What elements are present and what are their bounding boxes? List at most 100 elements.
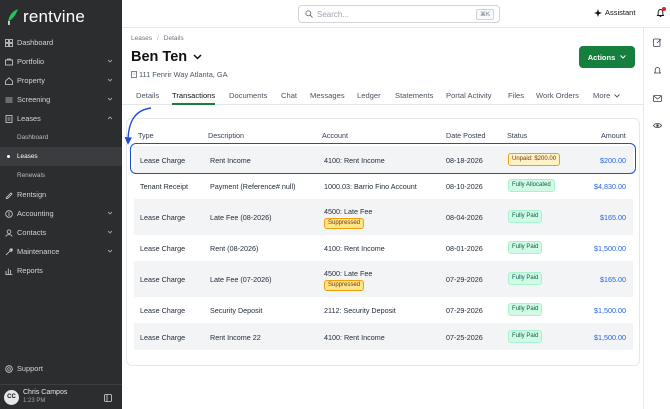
sidebar-nav: Dashboard Portfolio Property Screening L…: [0, 33, 122, 280]
address-text: 111 Fenrir Way Atlanta, GA: [139, 70, 228, 79]
rentvine-leaf-icon: [8, 9, 18, 25]
cell-amount[interactable]: $200.00: [600, 156, 626, 165]
sidebar-item-contacts[interactable]: Contacts: [0, 223, 122, 242]
bell-icon[interactable]: [653, 66, 662, 75]
table-row[interactable]: Lease Charge Rent Income 22 4100: Rent I…: [134, 323, 633, 350]
rentvine-logo[interactable]: rentvine: [6, 7, 85, 27]
tab-transactions[interactable]: Transactions: [172, 91, 216, 105]
breadcrumb-details: Details: [163, 35, 184, 42]
global-search[interactable]: ⌘K: [298, 5, 500, 23]
status-badge: Fully Paid: [508, 210, 543, 223]
cell-amount[interactable]: $4,830.00: [594, 182, 626, 191]
user-time: 1:23 PM: [23, 398, 46, 404]
cell-amount[interactable]: $1,500.00: [594, 306, 626, 315]
tab-portal-activity[interactable]: Portal Activity: [446, 91, 492, 105]
table-row[interactable]: Lease Charge Rent (08-2026) 4100: Rent I…: [134, 235, 633, 261]
leases-icon: [5, 114, 13, 123]
sidebar-item-support[interactable]: Support: [5, 364, 43, 373]
tab-statements[interactable]: Statements: [395, 91, 433, 105]
column-header-type[interactable]: Type: [138, 131, 154, 140]
actions-button[interactable]: Actions: [579, 46, 635, 68]
tab-chat[interactable]: Chat: [281, 91, 297, 105]
breadcrumb-separator: /: [156, 35, 159, 42]
sidebar-subitem-leases[interactable]: Leases: [0, 147, 122, 166]
column-header-amount[interactable]: Amount: [601, 131, 626, 140]
sidebar-subitem-label: Renewals: [17, 172, 46, 179]
sidebar-item-maintenance[interactable]: Maintenance: [0, 242, 122, 261]
cell-date: 07-29-2026: [446, 306, 483, 315]
cell-amount[interactable]: $165.00: [600, 213, 626, 222]
sidebar-item-label: Leases: [17, 114, 41, 123]
sidebar-item-reports[interactable]: Reports: [0, 261, 122, 280]
assistant-button[interactable]: Assistant: [594, 8, 635, 17]
collapse-sidebar-icon[interactable]: [104, 394, 112, 402]
breadcrumb-leases[interactable]: Leases: [131, 35, 152, 42]
cell-amount[interactable]: $1,500.00: [594, 333, 626, 342]
cell-description: Late Fee (07-2026): [210, 275, 272, 284]
column-header-status[interactable]: Status: [507, 131, 527, 140]
tab-details[interactable]: Details: [136, 91, 159, 105]
cell-description: Rent Income: [210, 156, 251, 165]
sidebar-subitem-label: Dashboard: [17, 134, 49, 141]
cell-type: Lease Charge: [140, 275, 186, 284]
eye-icon[interactable]: [653, 121, 662, 130]
edit-note-icon[interactable]: [653, 38, 662, 47]
sidebar-subitem-dashboard[interactable]: Dashboard: [0, 128, 122, 147]
sidebar-item-portfolio[interactable]: Portfolio: [0, 52, 122, 71]
cell-amount[interactable]: $165.00: [600, 275, 626, 284]
tab-documents[interactable]: Documents: [229, 91, 267, 105]
column-header-account[interactable]: Account: [322, 131, 348, 140]
status-badge: Unpaid: $200.00: [508, 153, 561, 166]
cell-amount[interactable]: $1,500.00: [594, 244, 626, 253]
table-row[interactable]: Tenant Receipt Payment (Reference# null)…: [134, 173, 633, 199]
screening-icon: [5, 96, 13, 104]
tab-files[interactable]: Files: [508, 91, 524, 105]
sidebar-item-screening[interactable]: Screening: [0, 90, 122, 109]
table-row[interactable]: Lease Charge Late Fee (07-2026) 4500: La…: [134, 261, 633, 297]
right-rail: [643, 28, 670, 409]
user-profile[interactable]: CC Chris Campos 1:23 PM: [0, 384, 122, 409]
chevron-down-icon: [614, 94, 621, 98]
cell-description: Security Deposit: [210, 306, 263, 315]
sidebar: rentvine Dashboard Portfolio Property Sc…: [0, 0, 122, 409]
avatar: CC: [4, 389, 19, 405]
chevron-down-icon: [193, 54, 202, 60]
sidebar-item-label: Contacts: [17, 228, 47, 237]
property-address[interactable]: 111 Fenrir Way Atlanta, GA: [131, 70, 228, 79]
table-row[interactable]: Lease Charge Rent Income 4100: Rent Inco…: [134, 146, 633, 173]
sidebar-item-rentsign[interactable]: Rentsign: [0, 185, 122, 204]
column-header-date-posted[interactable]: Date Posted: [446, 131, 486, 140]
table-row[interactable]: Lease Charge Security Deposit 2112: Secu…: [134, 297, 633, 323]
cell-date: 08-04-2026: [446, 213, 483, 222]
mail-icon[interactable]: [653, 94, 662, 103]
cell-type: Lease Charge: [140, 213, 186, 222]
cell-account: 4500: Late Fee: [324, 207, 373, 216]
sidebar-item-dashboard[interactable]: Dashboard: [0, 33, 122, 52]
status-badge: Fully Paid: [508, 330, 543, 343]
wrench-icon: [5, 247, 13, 256]
top-bar: ⌘K Assistant: [122, 0, 670, 28]
sidebar-item-accounting[interactable]: Accounting: [0, 204, 122, 223]
cell-date: 08-18-2026: [446, 156, 483, 165]
tab-work-orders[interactable]: Work Orders: [536, 91, 579, 105]
reports-icon: [5, 267, 13, 275]
sidebar-subitem-renewals[interactable]: Renewals: [0, 166, 122, 185]
sidebar-item-property[interactable]: Property: [0, 71, 122, 90]
tab-more[interactable]: More: [593, 91, 621, 105]
status-badge: Fully Paid: [508, 272, 543, 285]
tab-messages[interactable]: Messages: [310, 91, 345, 105]
contacts-icon: [5, 229, 13, 237]
column-header-description[interactable]: Description: [208, 131, 244, 140]
table-row[interactable]: Lease Charge Late Fee (08-2026) 4500: La…: [134, 199, 633, 235]
chevron-down-icon: [107, 249, 113, 253]
cell-account: 4100: Rent Income: [324, 244, 385, 253]
search-input[interactable]: [317, 9, 467, 19]
cell-description: Late Fee (08-2026): [210, 213, 272, 222]
assistant-label: Assistant: [605, 8, 636, 17]
user-name: Chris Campos: [23, 389, 68, 396]
tab-ledger[interactable]: Ledger: [357, 91, 381, 105]
rentsign-icon: [5, 191, 13, 199]
sidebar-item-leases[interactable]: Leases: [0, 109, 122, 128]
logo-text: rentvine: [23, 7, 86, 26]
page-title-dropdown[interactable]: Ben Ten: [131, 49, 202, 65]
